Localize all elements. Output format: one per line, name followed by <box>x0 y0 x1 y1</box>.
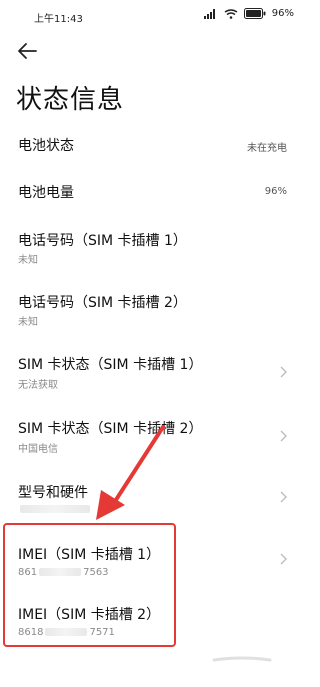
item-value: 未在充电 <box>247 143 287 154</box>
item-value: 96% <box>264 186 287 197</box>
signal-icon <box>203 8 215 19</box>
annotation-box <box>3 523 176 647</box>
back-arrow-icon[interactable] <box>16 40 40 62</box>
battery-percent: 96% <box>271 8 294 19</box>
list-item-model-hardware[interactable]: 型号和硬件 <box>0 474 310 520</box>
item-sub: 中国电信 <box>18 444 58 455</box>
item-sub: 未知 <box>18 255 38 266</box>
battery-icon <box>243 8 266 19</box>
list-item-phone-sim2[interactable]: 电话号码（SIM 卡插槽 2） 未知 <box>0 284 310 334</box>
status-bar: 上午11:43 96% <box>0 0 310 34</box>
item-label: 电话号码（SIM 卡插槽 1） <box>18 233 187 249</box>
item-label: 型号和硬件 <box>18 485 88 501</box>
chevron-right-icon <box>280 491 287 503</box>
item-label: SIM 卡状态（SIM 卡插槽 2） <box>18 421 203 437</box>
list-item-sim1-status[interactable]: SIM 卡状态（SIM 卡插槽 1） 无法获取 <box>0 346 310 398</box>
item-label: 电池状态 <box>18 138 74 154</box>
item-sub: 无法获取 <box>18 380 58 391</box>
chevron-right-icon <box>280 553 287 565</box>
chevron-right-icon <box>280 366 287 378</box>
wifi-icon <box>224 8 238 19</box>
item-label: 电话号码（SIM 卡插槽 2） <box>18 295 187 311</box>
page-title: 状态信息 <box>16 85 125 115</box>
item-label: SIM 卡状态（SIM 卡插槽 1） <box>18 357 203 373</box>
list-item-phone-sim1[interactable]: 电话号码（SIM 卡插槽 1） 未知 <box>0 222 310 272</box>
item-label: 电池电量 <box>18 185 74 201</box>
list-item-battery-state[interactable]: 电池状态 未在充电 <box>0 125 310 165</box>
list-item-sim2-status[interactable]: SIM 卡状态（SIM 卡插槽 2） 中国电信 <box>0 410 310 462</box>
redacted-value <box>18 504 92 515</box>
gesture-handle <box>212 650 272 662</box>
status-time: 上午11:43 <box>34 14 83 25</box>
status-icons: 96% <box>203 8 294 19</box>
item-sub: 未知 <box>18 317 38 328</box>
chevron-right-icon <box>280 430 287 442</box>
list-item-battery-level[interactable]: 电池电量 96% <box>0 172 310 212</box>
